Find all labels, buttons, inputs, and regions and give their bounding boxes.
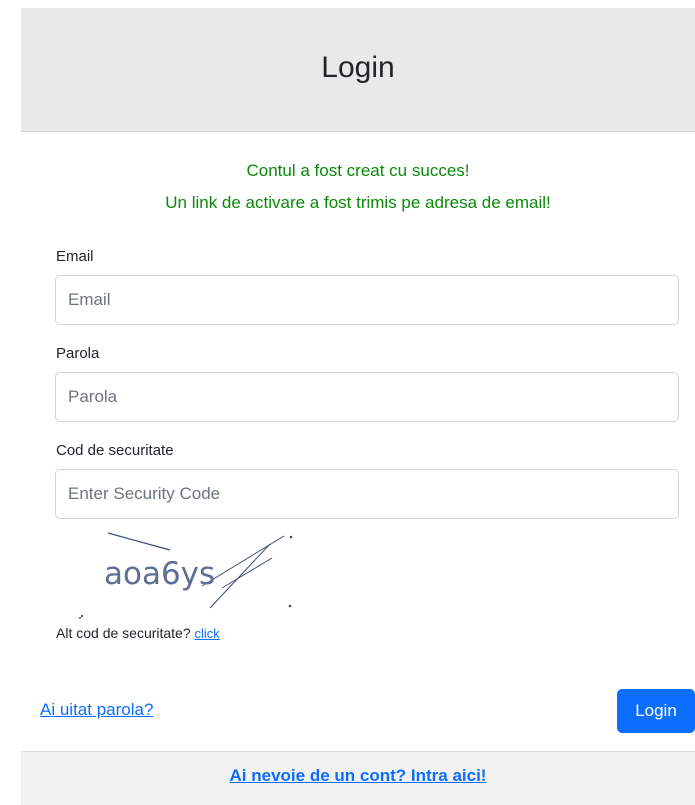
password-input[interactable]	[55, 372, 679, 422]
page-header: Login	[21, 8, 695, 132]
register-link[interactable]: Ai nevoie de un cont? Intra aici!	[230, 766, 487, 786]
email-input[interactable]	[55, 275, 679, 325]
email-label: Email	[56, 248, 94, 265]
login-button[interactable]: Login	[617, 689, 695, 733]
password-label: Parola	[56, 345, 100, 362]
alt-code-link[interactable]: click	[195, 626, 220, 641]
activation-message: Un link de activare a fost trimis pe adr…	[165, 193, 551, 212]
captcha-text: aoa6ys	[104, 556, 215, 592]
forgot-password-link[interactable]: Ai uitat parola?	[40, 700, 153, 720]
page-footer: Ai nevoie de un cont? Intra aici!	[21, 751, 695, 805]
security-code-input[interactable]	[55, 469, 679, 519]
success-message: Contul a fost creat cu succes!	[246, 161, 470, 180]
alt-code-text: Alt cod de securitate?	[56, 625, 191, 641]
alt-code-row: Alt cod de securitate? click	[56, 625, 220, 641]
security-code-label: Cod de securitate	[56, 442, 174, 459]
captcha-image: aoa6ys	[79, 532, 293, 619]
page-title: Login	[321, 50, 395, 84]
